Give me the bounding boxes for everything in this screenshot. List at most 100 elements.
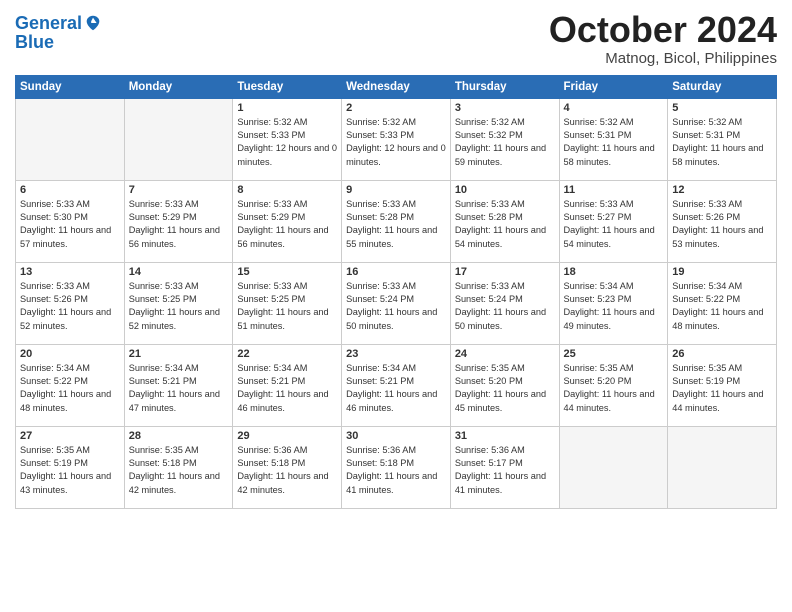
location: Matnog, Bicol, Philippines [549,50,777,67]
cell-info: Sunrise: 5:33 AM Sunset: 5:26 PM Dayligh… [20,280,120,333]
day-number: 8 [237,184,337,196]
day-number: 4 [564,102,664,114]
calendar-cell: 15 Sunrise: 5:33 AM Sunset: 5:25 PM Dayli… [233,262,342,344]
calendar-week-row: 13 Sunrise: 5:33 AM Sunset: 5:26 PM Dayli… [16,262,777,344]
cell-info: Sunrise: 5:34 AM Sunset: 5:22 PM Dayligh… [20,362,120,415]
cell-info: Sunrise: 5:36 AM Sunset: 5:18 PM Dayligh… [237,444,337,497]
weekday-header: Thursday [450,75,559,98]
cell-info: Sunrise: 5:33 AM Sunset: 5:24 PM Dayligh… [455,280,555,333]
cell-info: Sunrise: 5:32 AM Sunset: 5:33 PM Dayligh… [346,116,446,169]
day-number: 27 [20,430,120,442]
weekday-header: Friday [559,75,668,98]
calendar-cell: 9Sunrise: 5:33 AM Sunset: 5:28 PM Daylig… [342,180,451,262]
day-number: 18 [564,266,664,278]
calendar-week-row: 6 Sunrise: 5:33 AM Sunset: 5:30 PM Daylig… [16,180,777,262]
calendar-cell: 2 Sunrise: 5:32 AM Sunset: 5:33 PM Daylig… [342,98,451,180]
cell-info: Sunrise: 5:35 AM Sunset: 5:20 PM Dayligh… [455,362,555,415]
calendar-cell: 17Sunrise: 5:33 AM Sunset: 5:24 PM Dayli… [450,262,559,344]
calendar-cell: 21 Sunrise: 5:34 AM Sunset: 5:21 PM Dayli… [124,344,233,426]
cell-info: Sunrise: 5:35 AM Sunset: 5:19 PM Dayligh… [20,444,120,497]
day-number: 29 [237,430,337,442]
calendar-cell [124,98,233,180]
day-number: 7 [129,184,229,196]
calendar-cell: 27 Sunrise: 5:35 AM Sunset: 5:19 PM Dayli… [16,426,125,508]
calendar-cell: 4 Sunrise: 5:32 AM Sunset: 5:31 PM Daylig… [559,98,668,180]
cell-info: Sunrise: 5:33 AM Sunset: 5:30 PM Dayligh… [20,198,120,251]
calendar-cell: 18 Sunrise: 5:34 AM Sunset: 5:23 PM Dayli… [559,262,668,344]
cell-info: Sunrise: 5:32 AM Sunset: 5:32 PM Dayligh… [455,116,555,169]
cell-info: Sunrise: 5:34 AM Sunset: 5:21 PM Dayligh… [237,362,337,415]
day-number: 19 [672,266,772,278]
day-number: 11 [564,184,664,196]
day-number: 16 [346,266,446,278]
calendar: SundayMondayTuesdayWednesdayThursdayFrid… [15,75,777,509]
calendar-week-row: 27 Sunrise: 5:35 AM Sunset: 5:19 PM Dayli… [16,426,777,508]
calendar-week-row: 20Sunrise: 5:34 AM Sunset: 5:22 PM Dayli… [16,344,777,426]
calendar-cell: 6 Sunrise: 5:33 AM Sunset: 5:30 PM Daylig… [16,180,125,262]
calendar-header-row: SundayMondayTuesdayWednesdayThursdayFrid… [16,75,777,98]
day-number: 15 [237,266,337,278]
calendar-cell: 5Sunrise: 5:32 AM Sunset: 5:31 PM Daylig… [668,98,777,180]
logo-icon [84,14,102,32]
cell-info: Sunrise: 5:34 AM Sunset: 5:21 PM Dayligh… [129,362,229,415]
weekday-header: Monday [124,75,233,98]
cell-info: Sunrise: 5:36 AM Sunset: 5:17 PM Dayligh… [455,444,555,497]
cell-info: Sunrise: 5:33 AM Sunset: 5:25 PM Dayligh… [129,280,229,333]
cell-info: Sunrise: 5:35 AM Sunset: 5:20 PM Dayligh… [564,362,664,415]
day-number: 31 [455,430,555,442]
weekday-header: Sunday [16,75,125,98]
page-header: General Blue October 2024 Matnog, Bicol,… [15,10,777,67]
calendar-cell: 3 Sunrise: 5:32 AM Sunset: 5:32 PM Daylig… [450,98,559,180]
cell-info: Sunrise: 5:32 AM Sunset: 5:33 PM Dayligh… [237,116,337,169]
cell-info: Sunrise: 5:34 AM Sunset: 5:23 PM Dayligh… [564,280,664,333]
month-title: October 2024 [549,10,777,50]
cell-info: Sunrise: 5:32 AM Sunset: 5:31 PM Dayligh… [564,116,664,169]
cell-info: Sunrise: 5:35 AM Sunset: 5:18 PM Dayligh… [129,444,229,497]
day-number: 10 [455,184,555,196]
day-number: 24 [455,348,555,360]
cell-info: Sunrise: 5:33 AM Sunset: 5:27 PM Dayligh… [564,198,664,251]
cell-info: Sunrise: 5:33 AM Sunset: 5:29 PM Dayligh… [129,198,229,251]
calendar-cell: 31 Sunrise: 5:36 AM Sunset: 5:17 PM Dayli… [450,426,559,508]
calendar-cell [668,426,777,508]
day-number: 12 [672,184,772,196]
calendar-cell: 19Sunrise: 5:34 AM Sunset: 5:22 PM Dayli… [668,262,777,344]
day-number: 3 [455,102,555,114]
day-number: 2 [346,102,446,114]
day-number: 14 [129,266,229,278]
cell-info: Sunrise: 5:36 AM Sunset: 5:18 PM Dayligh… [346,444,446,497]
calendar-cell: 7 Sunrise: 5:33 AM Sunset: 5:29 PM Daylig… [124,180,233,262]
day-number: 30 [346,430,446,442]
day-number: 21 [129,348,229,360]
calendar-cell: 23 Sunrise: 5:34 AM Sunset: 5:21 PM Dayli… [342,344,451,426]
calendar-cell: 28 Sunrise: 5:35 AM Sunset: 5:18 PM Dayli… [124,426,233,508]
calendar-cell: 1Sunrise: 5:32 AM Sunset: 5:33 PM Daylig… [233,98,342,180]
cell-info: Sunrise: 5:33 AM Sunset: 5:26 PM Dayligh… [672,198,772,251]
cell-info: Sunrise: 5:33 AM Sunset: 5:29 PM Dayligh… [237,198,337,251]
calendar-cell: 25 Sunrise: 5:35 AM Sunset: 5:20 PM Dayli… [559,344,668,426]
cell-info: Sunrise: 5:34 AM Sunset: 5:21 PM Dayligh… [346,362,446,415]
day-number: 22 [237,348,337,360]
logo-blue: Blue [15,32,102,53]
cell-info: Sunrise: 5:33 AM Sunset: 5:25 PM Dayligh… [237,280,337,333]
calendar-cell: 29 Sunrise: 5:36 AM Sunset: 5:18 PM Dayli… [233,426,342,508]
calendar-cell: 20Sunrise: 5:34 AM Sunset: 5:22 PM Dayli… [16,344,125,426]
calendar-cell: 13 Sunrise: 5:33 AM Sunset: 5:26 PM Dayli… [16,262,125,344]
weekday-header: Saturday [668,75,777,98]
calendar-cell: 24 Sunrise: 5:35 AM Sunset: 5:20 PM Dayli… [450,344,559,426]
calendar-cell [559,426,668,508]
calendar-week-row: 1Sunrise: 5:32 AM Sunset: 5:33 PM Daylig… [16,98,777,180]
day-number: 23 [346,348,446,360]
calendar-cell: 30 Sunrise: 5:36 AM Sunset: 5:18 PM Dayli… [342,426,451,508]
cell-info: Sunrise: 5:33 AM Sunset: 5:28 PM Dayligh… [455,198,555,251]
day-number: 5 [672,102,772,114]
day-number: 6 [20,184,120,196]
calendar-cell: 26Sunrise: 5:35 AM Sunset: 5:19 PM Dayli… [668,344,777,426]
day-number: 28 [129,430,229,442]
day-number: 13 [20,266,120,278]
calendar-cell: 10 Sunrise: 5:33 AM Sunset: 5:28 PM Dayli… [450,180,559,262]
cell-info: Sunrise: 5:33 AM Sunset: 5:28 PM Dayligh… [346,198,446,251]
calendar-cell: 12 Sunrise: 5:33 AM Sunset: 5:26 PM Dayli… [668,180,777,262]
calendar-cell: 22 Sunrise: 5:34 AM Sunset: 5:21 PM Dayli… [233,344,342,426]
day-number: 25 [564,348,664,360]
